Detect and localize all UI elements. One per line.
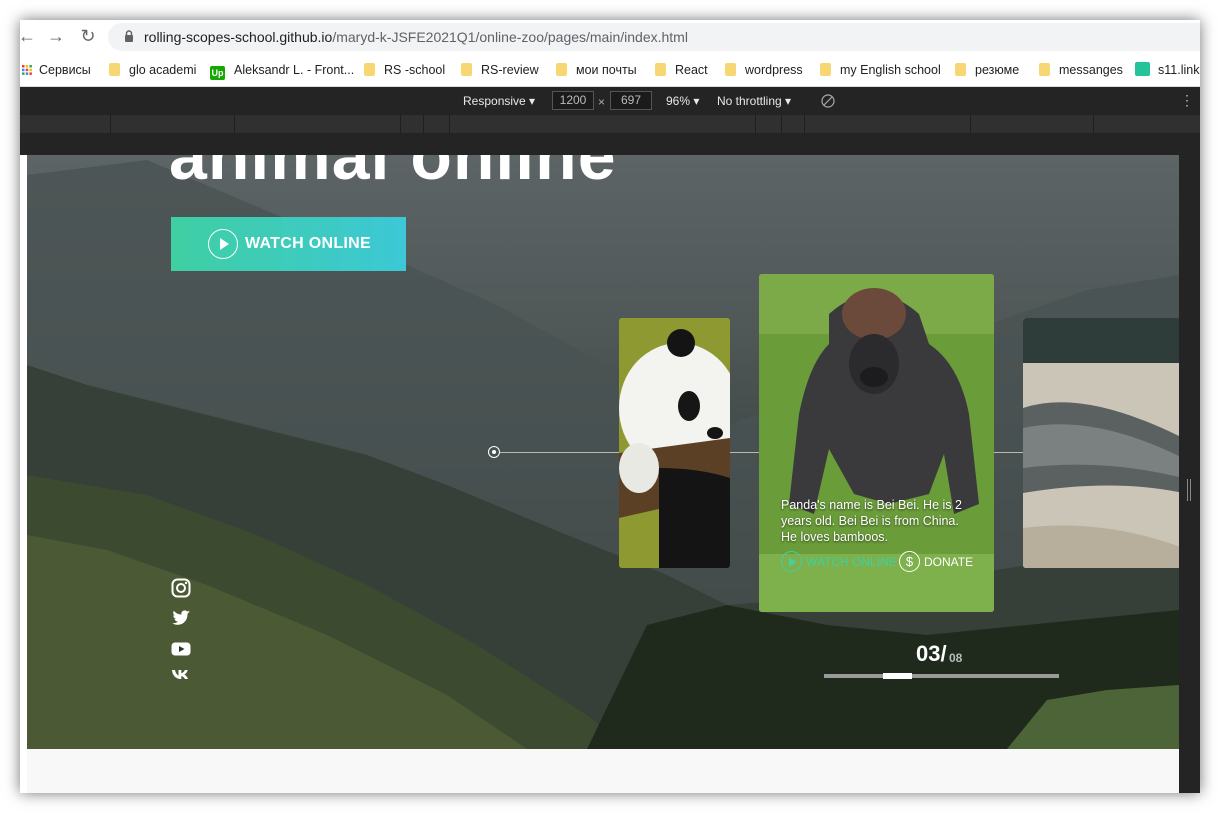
zoom-label: 96% (666, 94, 691, 108)
page-viewport: animal online WATCH ONLINE Panda's name … (27, 155, 1179, 749)
forward-icon[interactable]: → (47, 27, 65, 45)
throttling-select[interactable]: No throttling ▾ (717, 94, 791, 108)
card-description: Panda's name is Bei Bei. He is 2 years o… (781, 498, 962, 544)
folder-icon (109, 63, 120, 76)
bookmark-rs-review[interactable]: RS-review (461, 62, 539, 80)
media-query-ruler (20, 115, 1200, 133)
bookmark-messanges[interactable]: messanges (1039, 62, 1123, 80)
resize-handle[interactable] (1187, 479, 1191, 501)
card-donate-label: DONATE (924, 555, 974, 569)
bookmark-glo-academi[interactable]: glo academi (109, 62, 196, 80)
reload-icon[interactable]: ↻ (79, 27, 97, 45)
bookmark-label: s11.link (1158, 63, 1200, 77)
bookmark-label: Сервисы (39, 63, 91, 77)
bookmark-rs-school[interactable]: RS -school (364, 62, 445, 80)
folder-icon (1039, 63, 1050, 76)
s11-link-icon (1135, 62, 1150, 76)
bookmark-label: резюме (975, 63, 1020, 77)
bookmarks-bar: Сервисы glo academi Up Aleksandr L. - Fro… (20, 53, 1200, 87)
pager-total: 08 (949, 651, 963, 665)
devtools-device-toolbar: Responsive ▾ 1200 × 697 96% ▾ No throttl… (20, 87, 1200, 115)
back-icon[interactable]: ← (20, 27, 36, 45)
gorilla-card[interactable]: Panda's name is Bei Bei. He is 2 years o… (759, 274, 994, 612)
dollar-icon: $ (899, 551, 920, 572)
play-icon (781, 551, 802, 572)
address-bar: ← → ↻ rolling-scopes-school.github.io/ma… (20, 20, 1200, 53)
url-host: rolling-scopes-school.github.io (144, 29, 333, 45)
folder-icon (820, 63, 831, 76)
youtube-icon[interactable] (171, 639, 191, 659)
watch-online-button[interactable]: WATCH ONLINE (171, 217, 406, 271)
panda-card[interactable] (619, 318, 730, 568)
card-watch-label: WATCH ONLINE (806, 555, 897, 569)
folder-icon (461, 63, 472, 76)
play-icon (208, 229, 238, 259)
height-input[interactable]: 697 (610, 91, 652, 110)
bookmark-react[interactable]: React (655, 62, 708, 80)
panda-image (619, 318, 730, 568)
folder-icon (655, 63, 666, 76)
crocodile-image (1023, 318, 1179, 568)
upwork-icon: Up (210, 66, 225, 80)
url-text: rolling-scopes-school.github.io/maryd-k-… (144, 29, 688, 45)
folder-icon (955, 63, 966, 76)
slider-start-dot[interactable] (488, 446, 500, 458)
slider-line (994, 452, 1024, 453)
hero-title: animal online (169, 155, 617, 194)
bookmark-services[interactable]: Сервисы (22, 62, 91, 80)
progress-thumb[interactable] (883, 673, 912, 679)
more-options-icon[interactable]: ⋮ (1180, 92, 1194, 109)
bookmark-label: RS-review (481, 63, 539, 77)
bookmark-label: messanges (1059, 63, 1123, 77)
folder-icon (725, 63, 736, 76)
width-input[interactable]: 1200 (552, 91, 594, 110)
bookmark-label: Aleksandr L. - Front... (234, 63, 355, 77)
browser-window: ← → ↻ rolling-scopes-school.github.io/ma… (20, 20, 1200, 793)
folder-icon (556, 63, 567, 76)
apps-grid-icon (22, 65, 32, 75)
bookmark-label: React (675, 63, 708, 77)
zoom-select[interactable]: 96% ▾ (666, 94, 699, 108)
watch-online-label: WATCH ONLINE (245, 235, 371, 252)
rotate-icon[interactable] (821, 94, 835, 108)
bookmark-resume[interactable]: резюме (955, 62, 1019, 80)
lock-icon (125, 30, 133, 42)
progress-track[interactable] (824, 673, 1059, 679)
bookmark-label: wordpress (745, 63, 803, 77)
times-icon: × (598, 95, 606, 109)
instagram-icon[interactable] (171, 578, 191, 598)
bookmark-label: my English school (840, 63, 941, 77)
bookmark-wordpress[interactable]: wordpress (725, 62, 803, 80)
bookmark-label: мои почты (576, 63, 637, 77)
slider-line (500, 452, 620, 453)
page-next-section (27, 749, 1179, 793)
slider-line (730, 452, 760, 453)
bookmark-aleksandr[interactable]: Up Aleksandr L. - Front... (210, 62, 354, 80)
bookmark-mail[interactable]: мои почты (556, 62, 637, 80)
bookmark-english-school[interactable]: my English school (820, 62, 941, 80)
vk-icon[interactable] (171, 665, 191, 685)
folder-icon (364, 63, 375, 76)
resize-gutter (1179, 133, 1200, 793)
bookmark-s11-link[interactable]: s11.link (1135, 62, 1199, 80)
url-path: /maryd-k-JSFE2021Q1/online-zoo/pages/mai… (332, 29, 688, 45)
crocodile-card[interactable] (1023, 318, 1179, 568)
bookmark-label: glo academi (129, 63, 197, 77)
device-select[interactable]: Responsive ▾ (463, 94, 535, 108)
bookmark-label: RS -school (384, 63, 446, 77)
twitter-icon[interactable] (171, 608, 191, 628)
pager-current: 03/ (916, 641, 947, 666)
device-label: Responsive (463, 94, 526, 108)
throttling-label: No throttling (717, 94, 782, 108)
devtools-gutter (20, 133, 1200, 155)
